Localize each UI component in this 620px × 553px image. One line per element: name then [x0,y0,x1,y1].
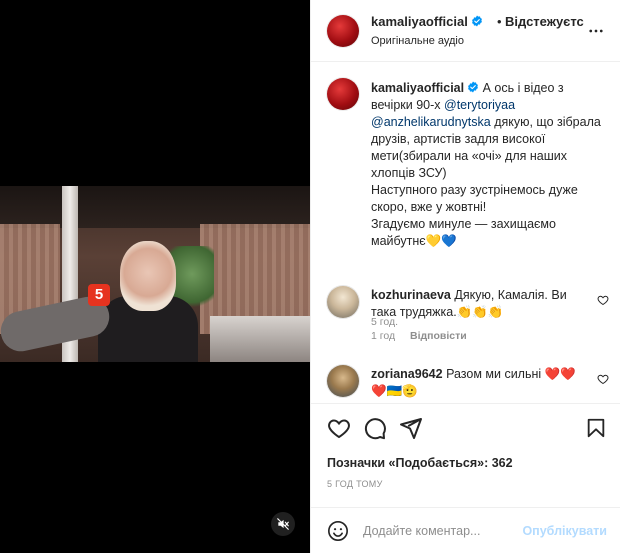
commenter-username[interactable]: kozhurinaeva [371,288,451,302]
likes-count[interactable]: Позначки «Подобається»: 362 [327,456,513,470]
video-scene-person-head [120,241,176,311]
post-timestamp[interactable]: 5 ГОД ТОМУ [327,479,383,489]
avatar[interactable] [327,15,359,47]
following-button[interactable]: Відстежуєтс [505,14,584,29]
emoji-smiley-icon[interactable] [327,520,349,542]
caption-text-part-4: Згадуємо минуле — захищаємо майбутнє💛💙 [371,217,556,248]
video-scene-table [210,316,310,362]
mention-link[interactable]: @anzhelikarudnytska [371,115,491,129]
comment-text: zoriana9642 Разом ми сильні ❤️❤️❤️🇺🇦🫡 [371,366,591,400]
mention-link[interactable]: @terytoriyaa [444,98,515,112]
caption-text: kamaliyaofficial А ось і відео з вечірки… [371,80,607,250]
more-options-icon[interactable] [587,22,605,40]
header-username-text[interactable]: kamaliyaofficial [371,14,468,29]
muted-speaker-icon [277,518,289,530]
comment-bubble-icon[interactable] [363,416,387,440]
share-paper-plane-icon[interactable] [399,416,423,440]
comment-composer: Опублікувати [311,507,620,553]
microphone-logo: 5 [88,284,110,306]
commenter-avatar[interactable] [327,286,359,318]
post-side-panel: kamaliyaofficial • Відстежуєтс Оригіналь… [310,0,620,553]
separator-dot: • [497,14,502,29]
verified-badge-icon [468,81,479,93]
verified-badge-icon [471,15,482,27]
reply-button[interactable]: Відповісти [410,330,467,342]
original-audio-link[interactable]: Оригінальне аудіо [371,35,464,47]
commenter-username[interactable]: zoriana9642 [371,367,443,381]
caption-text-part-3: Наступного разу зустрінемось дуже скоро,… [371,183,578,214]
header-username[interactable]: kamaliyaofficial [371,14,483,29]
comment-meta: 1 год Відповісти [371,330,479,342]
mute-toggle-button[interactable] [271,512,295,536]
post-header: kamaliyaofficial • Відстежуєтс Оригіналь… [311,0,620,62]
video-scene-roof [0,186,310,228]
caption-username[interactable]: kamaliyaofficial [371,81,464,95]
commenter-avatar[interactable] [327,365,359,397]
like-heart-icon[interactable] [327,416,351,440]
like-comment-heart-icon[interactable] [597,373,609,385]
comment-time[interactable]: 1 год [371,330,395,342]
like-comment-heart-icon[interactable] [597,294,609,306]
video-player[interactable]: 5 [0,0,310,553]
save-bookmark-icon[interactable] [585,416,607,440]
comment-text: kozhurinaeva Дякую, Камалія. Ви така тру… [371,287,591,321]
comment-input[interactable] [363,518,513,544]
caption-avatar[interactable] [327,78,359,110]
comments-list[interactable]: kamaliyaofficial А ось і відео з вечірки… [311,63,620,403]
post-actions: Позначки «Подобається»: 362 5 ГОД ТОМУ О… [311,403,620,553]
publish-button[interactable]: Опублікувати [522,524,607,538]
video-frame[interactable]: 5 [0,186,310,362]
